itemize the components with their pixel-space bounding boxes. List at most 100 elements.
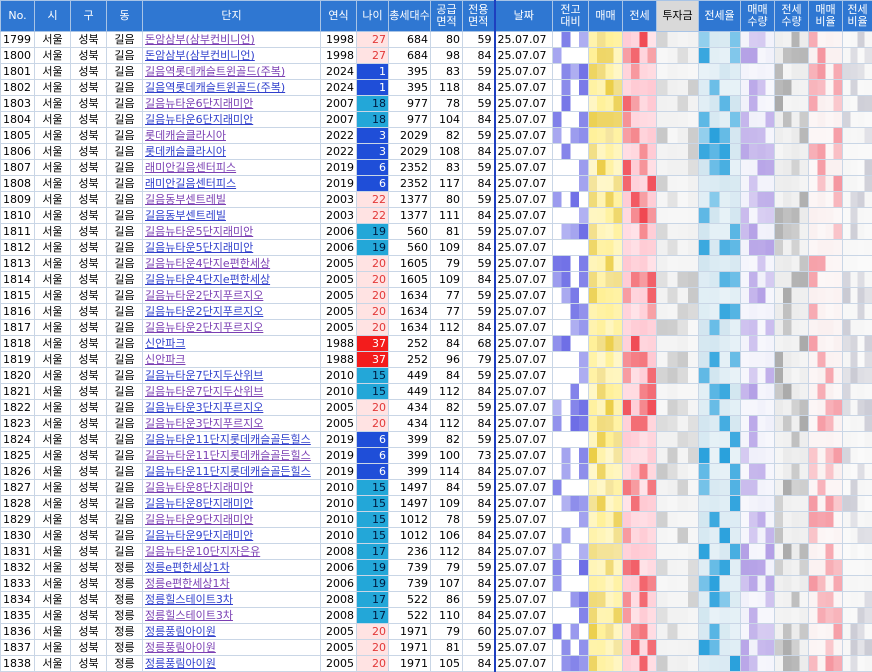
row-complex-name[interactable]: 길음뉴타운2단지푸르지오: [143, 304, 321, 320]
col-year-header[interactable]: 연식: [321, 1, 357, 32]
row-complex-name[interactable]: 길음뉴타운11단지롯데캐슬골든힐스: [143, 432, 321, 448]
col-sale-header[interactable]: 매매: [589, 1, 623, 32]
row-complex-name[interactable]: 길음뉴타운5단지래미안: [143, 240, 321, 256]
row-complex-name[interactable]: 정릉풍림아이원: [143, 640, 321, 656]
table-row[interactable]: 1831서울성북길음길음뉴타운10단지자은유2008172361128425.0…: [1, 544, 872, 560]
row-complex-name[interactable]: 래미안길음센터피스: [143, 160, 321, 176]
row-complex-name[interactable]: 길음역롯데캐슬트윈골드(주복): [143, 64, 321, 80]
row-complex-name[interactable]: 정릉e편한세상1차: [143, 576, 321, 592]
row-complex-name[interactable]: 길음뉴타운6단지래미안: [143, 112, 321, 128]
table-row[interactable]: 1812서울성북길음길음뉴타운5단지래미안2006195601098425.07…: [1, 240, 872, 256]
col-jeonse-header[interactable]: 전세: [623, 1, 657, 32]
table-row[interactable]: 1804서울성북길음길음뉴타운6단지래미안2007189771048425.07…: [1, 112, 872, 128]
table-row[interactable]: 1836서울성북정릉정릉풍림아이원2005201971796025.07.07: [1, 624, 872, 640]
table-row[interactable]: 1837서울성북정릉정릉풍림아이원2005201971815925.07.07: [1, 640, 872, 656]
row-complex-name[interactable]: 길음동부센트레빌: [143, 208, 321, 224]
table-row[interactable]: 1829서울성북길음길음뉴타운9단지래미안2010151012785925.07…: [1, 512, 872, 528]
col-vs-high-header[interactable]: 전고 대비: [553, 1, 589, 32]
table-row[interactable]: 1835서울성북정릉정릉힐스테이트3차2008175221108425.07.0…: [1, 608, 872, 624]
row-complex-name[interactable]: 신안파크: [143, 352, 321, 368]
table-row[interactable]: 1828서울성북길음길음뉴타운8단지래미안20101514971098425.0…: [1, 496, 872, 512]
row-complex-name[interactable]: 정릉풍림아이원: [143, 656, 321, 672]
col-dong-header[interactable]: 동: [107, 1, 143, 32]
row-complex-name[interactable]: 정릉풍림아이원: [143, 624, 321, 640]
row-complex-name[interactable]: 길음뉴타운9단지래미안: [143, 528, 321, 544]
row-complex-name[interactable]: 길음뉴타운4단지e편한세상: [143, 256, 321, 272]
table-row[interactable]: 1822서울성북길음길음뉴타운3단지푸르지오200520434825925.07…: [1, 400, 872, 416]
table-row[interactable]: 1819서울성북길음신안파크198837252967925.07.07: [1, 352, 872, 368]
row-complex-name[interactable]: 래미안길음센터피스: [143, 176, 321, 192]
row-complex-name[interactable]: 길음뉴타운7단지두산위브: [143, 368, 321, 384]
table-row[interactable]: 1808서울성북길음래미안길음센터피스2019623521178425.07.0…: [1, 176, 872, 192]
row-complex-name[interactable]: 돈암삼부(삼부컨비니언): [143, 32, 321, 48]
row-complex-name[interactable]: 길음뉴타운10단지자은유: [143, 544, 321, 560]
row-complex-name[interactable]: 신안파크: [143, 336, 321, 352]
table-row[interactable]: 1820서울성북길음길음뉴타운7단지두산위브201015449845925.07…: [1, 368, 872, 384]
col-investment-header[interactable]: 투자금: [657, 1, 699, 32]
row-complex-name[interactable]: 길음역롯데캐슬트윈골드(주복): [143, 80, 321, 96]
col-jeonse-ratio-header[interactable]: 전세 비율: [843, 1, 872, 32]
row-complex-name[interactable]: 돈암삼부(삼부컨비니언): [143, 48, 321, 64]
table-row[interactable]: 1838서울성북정릉정릉풍림아이원20052019711058425.07.07: [1, 656, 872, 672]
row-complex-name[interactable]: 길음뉴타운3단지푸르지오: [143, 416, 321, 432]
col-households-header[interactable]: 총세대수: [389, 1, 431, 32]
row-complex-name[interactable]: 정릉힐스테이트3차: [143, 608, 321, 624]
table-row[interactable]: 1803서울성북길음길음뉴타운6단지래미안200718977785925.07.…: [1, 96, 872, 112]
table-row[interactable]: 1806서울성북길음롯데캐슬클라시아2022320291088425.07.07: [1, 144, 872, 160]
row-complex-name[interactable]: 길음뉴타운4단지e편한세상: [143, 272, 321, 288]
col-supply-area-header[interactable]: 공급 면적: [431, 1, 463, 32]
row-complex-name[interactable]: 롯데캐슬클라시아: [143, 128, 321, 144]
row-complex-name[interactable]: 정릉e편한세상1차: [143, 560, 321, 576]
row-complex-name[interactable]: 롯데캐슬클라시아: [143, 144, 321, 160]
col-no-header[interactable]: No.: [1, 1, 35, 32]
col-name-header[interactable]: 단지: [143, 1, 321, 32]
table-row[interactable]: 1830서울성북길음길음뉴타운9단지래미안20101510121068425.0…: [1, 528, 872, 544]
col-jeonse-count-header[interactable]: 전세 수량: [775, 1, 809, 32]
table-row[interactable]: 1818서울성북길음신안파크198837252846825.07.07: [1, 336, 872, 352]
row-supply-area: 112: [431, 320, 463, 336]
row-complex-name[interactable]: 길음뉴타운3단지푸르지오: [143, 400, 321, 416]
table-row[interactable]: 1823서울성북길음길음뉴타운3단지푸르지오2005204341128425.0…: [1, 416, 872, 432]
row-complex-name[interactable]: 길음뉴타운8단지래미안: [143, 480, 321, 496]
col-exclusive-area-header[interactable]: 전용 면적: [463, 1, 495, 32]
col-sale-count-header[interactable]: 매매 수량: [741, 1, 775, 32]
row-complex-name[interactable]: 길음동부센트레빌: [143, 192, 321, 208]
col-jeonse-rate-header[interactable]: 전세율: [699, 1, 741, 32]
table-row[interactable]: 1816서울성북길음길음뉴타운2단지푸르지오2005201634775925.0…: [1, 304, 872, 320]
table-row[interactable]: 1809서울성북길음길음동부센트레빌2003221377805925.07.07: [1, 192, 872, 208]
col-sale-ratio-header[interactable]: 매매 비율: [809, 1, 843, 32]
col-age-header[interactable]: 나이: [357, 1, 389, 32]
table-row[interactable]: 1817서울성북길음길음뉴타운2단지푸르지오20052016341128425.…: [1, 320, 872, 336]
table-row[interactable]: 1833서울성북정릉정릉e편한세상1차2006197391078425.07.0…: [1, 576, 872, 592]
row-complex-name[interactable]: 길음뉴타운5단지래미안: [143, 224, 321, 240]
table-row[interactable]: 1825서울성북길음길음뉴타운11단지롯데캐슬골든힐스2019639910073…: [1, 448, 872, 464]
col-si-header[interactable]: 시: [35, 1, 71, 32]
col-gu-header[interactable]: 구: [71, 1, 107, 32]
table-row[interactable]: 1802서울성북길음길음역롯데캐슬트윈골드(주복)202413951188425…: [1, 80, 872, 96]
row-complex-name[interactable]: 길음뉴타운6단지래미안: [143, 96, 321, 112]
table-row[interactable]: 1827서울성북길음길음뉴타운8단지래미안2010151497845925.07…: [1, 480, 872, 496]
table-row[interactable]: 1824서울성북길음길음뉴타운11단지롯데캐슬골든힐스2019639982592…: [1, 432, 872, 448]
table-row[interactable]: 1826서울성북길음길음뉴타운11단지롯데캐슬골든힐스2019639911484…: [1, 464, 872, 480]
table-row[interactable]: 1815서울성북길음길음뉴타운2단지푸르지오2005201634775925.0…: [1, 288, 872, 304]
row-complex-name[interactable]: 길음뉴타운2단지푸르지오: [143, 320, 321, 336]
table-row[interactable]: 1811서울성북길음길음뉴타운5단지래미안200619560815925.07.…: [1, 224, 872, 240]
table-row[interactable]: 1832서울성북정릉정릉e편한세상1차200619739795925.07.07: [1, 560, 872, 576]
row-complex-name[interactable]: 길음뉴타운7단지두산위브: [143, 384, 321, 400]
table-row[interactable]: 1814서울성북길음길음뉴타운4단지e편한세상20052016051098425…: [1, 272, 872, 288]
table-row[interactable]: 1799서울성북길음돈암삼부(삼부컨비니언)199827684805925.07…: [1, 32, 872, 48]
row-complex-name[interactable]: 길음뉴타운11단지롯데캐슬골든힐스: [143, 448, 321, 464]
table-row[interactable]: 1810서울성북길음길음동부센트레빌20032213771118425.07.0…: [1, 208, 872, 224]
table-row[interactable]: 1805서울성북길음롯데캐슬클라시아202232029825925.07.07: [1, 128, 872, 144]
row-complex-name[interactable]: 길음뉴타운9단지래미안: [143, 512, 321, 528]
table-row[interactable]: 1813서울성북길음길음뉴타운4단지e편한세상2005201605795925.…: [1, 256, 872, 272]
row-complex-name[interactable]: 길음뉴타운8단지래미안: [143, 496, 321, 512]
col-date-header[interactable]: 날짜: [495, 1, 553, 32]
table-row[interactable]: 1801서울성북길음길음역롯데캐슬트윈골드(주복)20241395835925.…: [1, 64, 872, 80]
table-row[interactable]: 1807서울성북길음래미안길음센터피스201962352835925.07.07: [1, 160, 872, 176]
row-complex-name[interactable]: 길음뉴타운11단지롯데캐슬골든힐스: [143, 464, 321, 480]
table-row[interactable]: 1800서울성북길음돈암삼부(삼부컨비니언)199827684988425.07…: [1, 48, 872, 64]
table-row[interactable]: 1821서울성북길음길음뉴타운7단지두산위브2010154491128425.0…: [1, 384, 872, 400]
row-complex-name[interactable]: 길음뉴타운2단지푸르지오: [143, 288, 321, 304]
row-number: 1817: [1, 320, 35, 336]
